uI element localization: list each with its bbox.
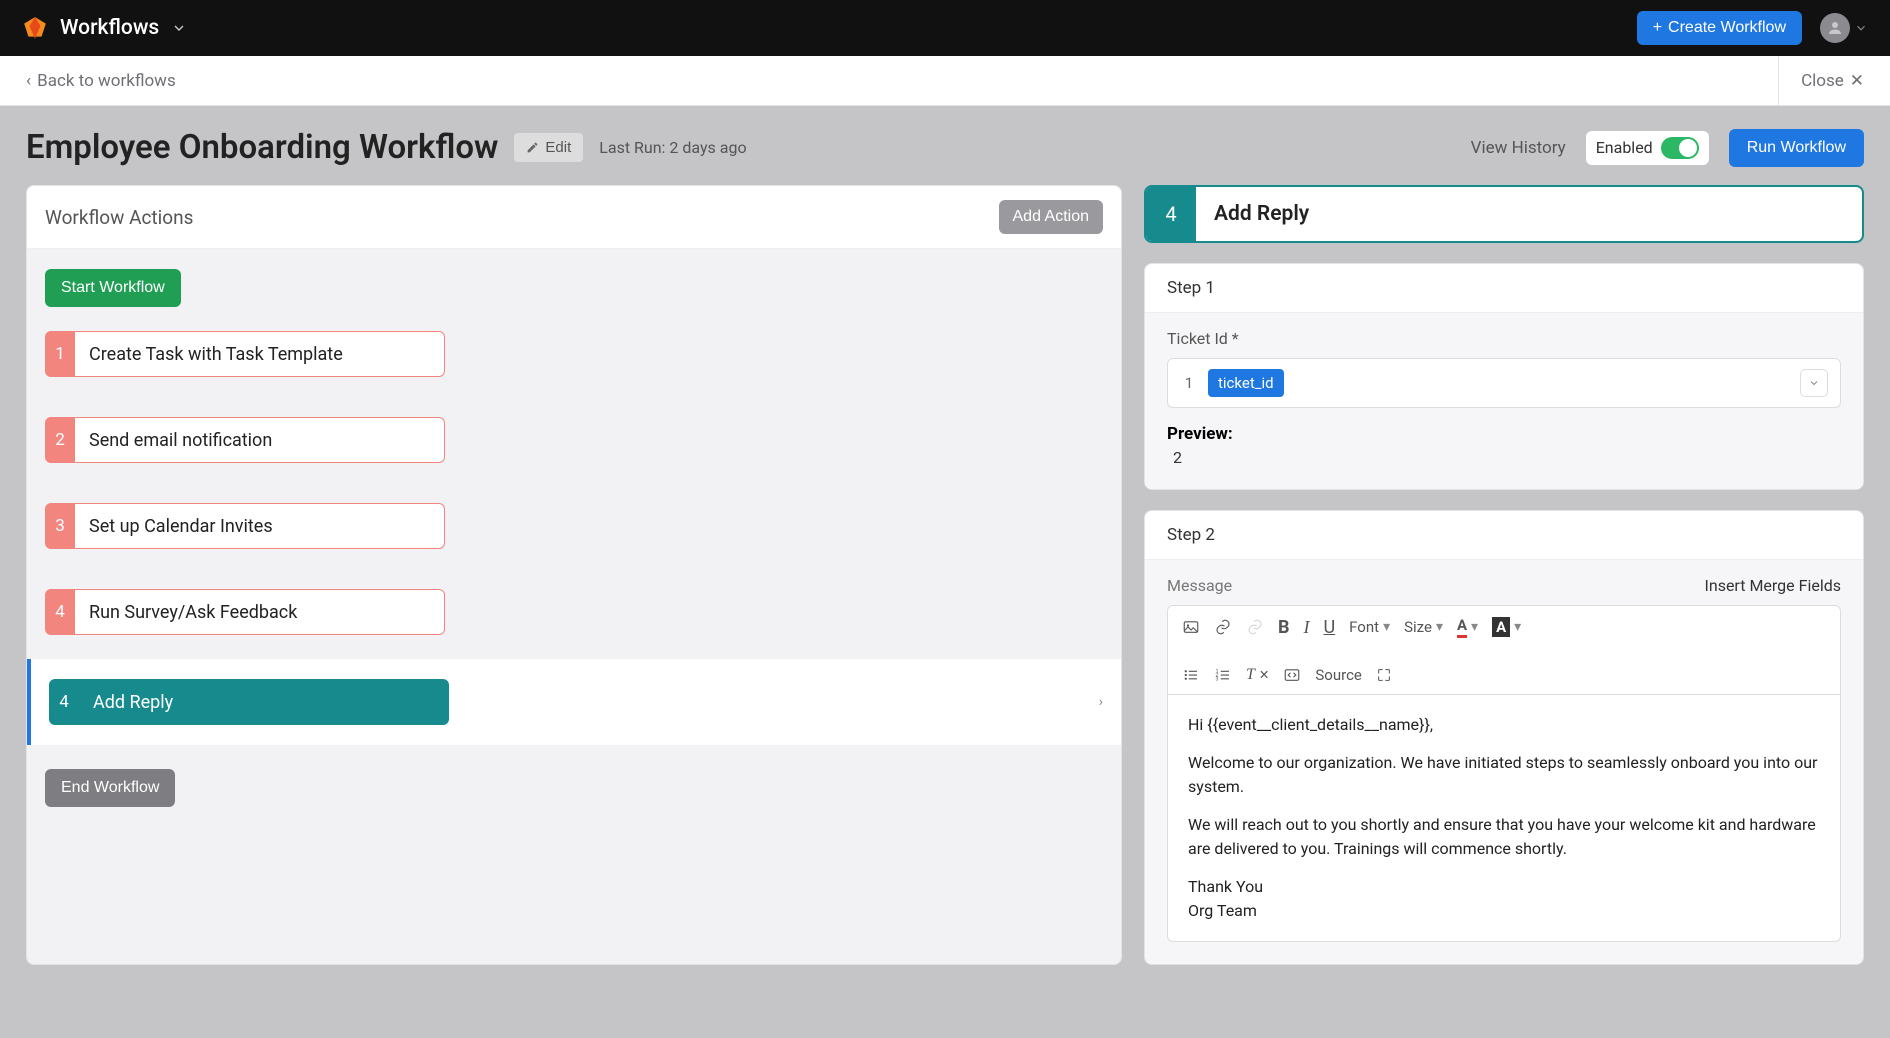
- create-workflow-button[interactable]: + Create Workflow: [1637, 11, 1802, 45]
- action-item-3[interactable]: 3 Set up Calendar Invites: [45, 503, 1103, 549]
- action-number: 4: [45, 589, 75, 635]
- workflow-actions-title: Workflow Actions: [45, 206, 193, 229]
- ticket-id-label: Ticket Id *: [1167, 329, 1841, 348]
- italic-button[interactable]: I: [1304, 617, 1310, 638]
- link-icon[interactable]: [1214, 618, 1232, 636]
- ticket-chip[interactable]: ticket_id: [1208, 369, 1284, 397]
- subbar: ‹ Back to workflows Close ✕: [0, 56, 1890, 106]
- plus-icon: +: [1653, 19, 1662, 37]
- preview-value: 2: [1167, 448, 1841, 467]
- clear-format-button[interactable]: T✕: [1246, 666, 1269, 684]
- chevron-down-icon[interactable]: [1854, 21, 1868, 35]
- detail-number: 4: [1146, 187, 1196, 241]
- action-number: 2: [45, 417, 75, 463]
- back-label: Back to workflows: [37, 71, 176, 91]
- image-icon[interactable]: [1182, 618, 1200, 636]
- action-label: Run Survey/Ask Feedback: [75, 589, 445, 635]
- bold-button[interactable]: B: [1278, 617, 1290, 638]
- message-editor[interactable]: Hi {{event__client_details__name}}, Welc…: [1167, 695, 1841, 942]
- action-label: Send email notification: [75, 417, 445, 463]
- action-item-2[interactable]: 2 Send email notification: [45, 417, 1103, 463]
- action-item-1[interactable]: 1 Create Task with Task Template: [45, 331, 1103, 377]
- editor-line: Thank You: [1188, 875, 1820, 899]
- action-number: 3: [45, 503, 75, 549]
- back-to-workflows-link[interactable]: ‹ Back to workflows: [26, 71, 176, 91]
- pencil-icon: [526, 141, 539, 154]
- step2-title: Step 2: [1145, 511, 1863, 560]
- edit-label: Edit: [545, 139, 571, 156]
- detail-title: Add Reply: [1196, 202, 1327, 226]
- text-color-button[interactable]: A ▾: [1457, 616, 1478, 638]
- action-label: Set up Calendar Invites: [75, 503, 445, 549]
- view-history-link[interactable]: View History: [1471, 138, 1566, 158]
- topbar-title: Workflows: [60, 16, 159, 40]
- editor-toolbar: B I U Font ▾ Size ▾ A ▾ A ▾ 123 T✕ Sourc…: [1167, 605, 1841, 695]
- page-title: Employee Onboarding Workflow: [26, 128, 498, 167]
- page-header: Employee Onboarding Workflow Edit Last R…: [0, 106, 1890, 185]
- action-label: Create Task with Task Template: [75, 331, 445, 377]
- size-select[interactable]: Size ▾: [1404, 618, 1443, 636]
- unlink-icon[interactable]: [1246, 618, 1264, 636]
- insert-merge-fields-link[interactable]: Insert Merge Fields: [1705, 576, 1842, 595]
- number-list-button[interactable]: 123: [1214, 666, 1232, 684]
- workflow-actions-panel: Workflow Actions Add Action Start Workfl…: [26, 185, 1122, 965]
- enabled-label: Enabled: [1596, 138, 1653, 157]
- bullet-list-button[interactable]: [1182, 666, 1200, 684]
- chevron-down-icon[interactable]: [171, 20, 187, 36]
- edit-button[interactable]: Edit: [514, 133, 583, 162]
- bg-color-button[interactable]: A ▾: [1492, 617, 1521, 637]
- step2-card: Step 2 Message Insert Merge Fields B I U…: [1144, 510, 1864, 965]
- editor-line: We will reach out to you shortly and ens…: [1188, 813, 1820, 861]
- maximize-icon[interactable]: [1376, 667, 1392, 683]
- enabled-toggle[interactable]: Enabled: [1586, 131, 1709, 165]
- action-item-selected[interactable]: 4 Add Reply ›: [27, 659, 1121, 745]
- end-workflow-button[interactable]: End Workflow: [45, 769, 175, 807]
- action-item-4[interactable]: 4 Run Survey/Ask Feedback: [45, 589, 1103, 635]
- app-logo-icon: [22, 15, 48, 41]
- detail-header: 4 Add Reply: [1144, 185, 1864, 243]
- editor-line: Org Team: [1188, 899, 1820, 923]
- close-button[interactable]: Close ✕: [1778, 56, 1864, 105]
- font-select[interactable]: Font ▾: [1349, 618, 1390, 636]
- step1-title: Step 1: [1145, 264, 1863, 313]
- svg-text:3: 3: [1216, 676, 1219, 682]
- close-icon: ✕: [1850, 71, 1864, 91]
- message-label: Message: [1167, 576, 1232, 595]
- last-run-text: Last Run: 2 days ago: [599, 138, 746, 157]
- step1-card: Step 1 Ticket Id * 1 ticket_id Preview: …: [1144, 263, 1864, 490]
- action-label: Add Reply: [79, 679, 449, 725]
- chevron-left-icon: ‹: [26, 71, 31, 91]
- start-workflow-button[interactable]: Start Workflow: [45, 269, 181, 307]
- underline-button[interactable]: U: [1324, 617, 1336, 638]
- toggle-switch[interactable]: [1661, 137, 1699, 159]
- chevron-down-icon[interactable]: [1800, 369, 1828, 397]
- editor-line: Hi {{event__client_details__name}},: [1188, 713, 1820, 737]
- run-workflow-button[interactable]: Run Workflow: [1729, 129, 1864, 167]
- action-number: 4: [49, 679, 79, 725]
- ticket-index: 1: [1180, 374, 1198, 392]
- editor-line: Welcome to our organization. We have ini…: [1188, 751, 1820, 799]
- ticket-id-input[interactable]: 1 ticket_id: [1167, 358, 1841, 408]
- add-action-button[interactable]: Add Action: [999, 200, 1104, 234]
- preview-label: Preview:: [1167, 424, 1841, 444]
- close-label: Close: [1801, 71, 1844, 91]
- topbar: Workflows + Create Workflow: [0, 0, 1890, 56]
- create-workflow-label: Create Workflow: [1668, 19, 1786, 37]
- source-button[interactable]: Source: [1315, 666, 1361, 684]
- embed-icon[interactable]: [1283, 666, 1301, 684]
- action-number: 1: [45, 331, 75, 377]
- action-detail-panel: 4 Add Reply Step 1 Ticket Id * 1 ticket_…: [1144, 185, 1864, 965]
- avatar[interactable]: [1820, 13, 1850, 43]
- chevron-right-icon: ›: [1099, 694, 1103, 710]
